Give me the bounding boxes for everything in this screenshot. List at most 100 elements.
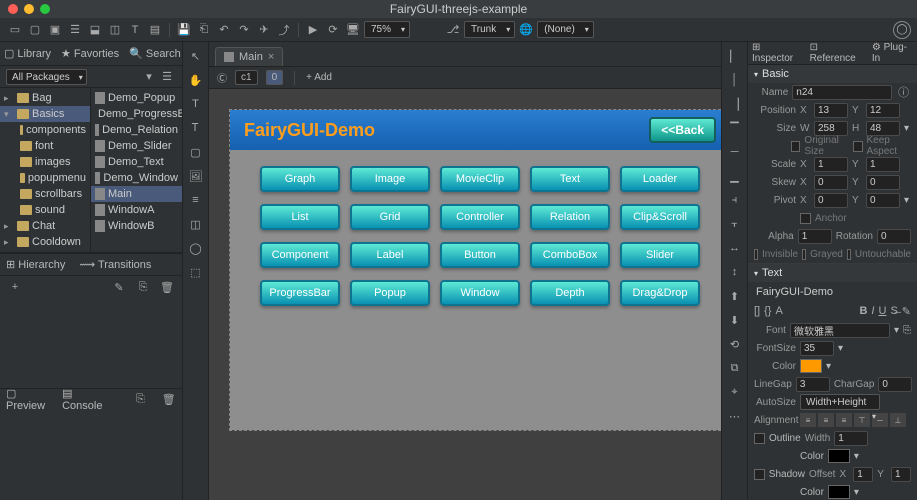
size-w-input[interactable] [814, 121, 848, 136]
send-back-icon[interactable]: ⬇ [725, 310, 745, 330]
rotation-input[interactable] [877, 229, 911, 244]
demo-button-depth[interactable]: Depth [530, 280, 610, 306]
outline-checkbox[interactable] [754, 433, 765, 444]
undo-icon[interactable]: ↶ [215, 21, 233, 39]
pkg-chat[interactable]: ▸Chat [0, 218, 90, 234]
font-input[interactable] [790, 323, 890, 338]
misc-tool-icon[interactable]: ⋯ [725, 406, 745, 426]
untouchable-checkbox[interactable] [847, 249, 851, 260]
folder-components[interactable]: components [0, 122, 90, 138]
preview-clear-icon[interactable]: 🗑 [162, 391, 176, 409]
tab-favorites[interactable]: ★ Favorties [61, 47, 119, 60]
menu-icon[interactable]: ☰ [158, 68, 176, 86]
controller-page[interactable]: 0 [266, 70, 284, 85]
demo-button-relation[interactable]: Relation [530, 204, 610, 230]
file-demo-popup[interactable]: Demo_Popup [91, 90, 182, 106]
anchor-tool-icon[interactable]: ⌖ [725, 382, 745, 402]
font-browse-icon[interactable]: ⎘ [903, 325, 911, 336]
tab-plugin[interactable]: ⚙ Plug-In [872, 42, 913, 64]
distribute-v-icon[interactable]: ⫟ [725, 214, 745, 234]
close-tab-icon[interactable]: × [268, 51, 274, 63]
save-icon[interactable]: 💾 [175, 21, 193, 39]
demo-button-combobox[interactable]: ComboBox [530, 242, 610, 268]
size-h-input[interactable] [866, 121, 900, 136]
lang-selector[interactable]: (None) [537, 21, 594, 38]
outline-width-input[interactable] [834, 431, 868, 446]
demo-button-text[interactable]: Text [530, 166, 610, 192]
text-a-icon[interactable]: A [775, 305, 782, 318]
underline-icon[interactable]: U [878, 305, 886, 318]
section-basic[interactable]: Basic [748, 65, 917, 83]
new-list-icon[interactable]: ☰ [66, 21, 84, 39]
document-tab-main[interactable]: Main × [215, 47, 283, 66]
pivot-y-input[interactable] [866, 193, 900, 208]
autosize-select[interactable]: Width+Height [800, 394, 880, 410]
section-text[interactable]: Text [748, 264, 917, 282]
align-right-icon[interactable]: ▕ [725, 94, 745, 114]
outline-color-dropdown-icon[interactable]: ▾ [854, 451, 859, 462]
filter-icon[interactable]: ▾ [140, 68, 158, 86]
new-movieclip-icon[interactable]: ▤ [146, 21, 164, 39]
same-width-icon[interactable]: ↔ [725, 238, 745, 258]
demo-title[interactable]: FairyGUI-Demo [244, 120, 649, 141]
align-middle-icon[interactable]: ─ [725, 142, 745, 162]
folder-sound[interactable]: sound [0, 202, 90, 218]
image-tool-icon[interactable]: 🖼 [186, 166, 206, 186]
play-icon[interactable]: ▶ [304, 21, 322, 39]
fontsize-dropdown-icon[interactable]: ▾ [838, 343, 843, 354]
align-center-h-icon[interactable]: │ [725, 70, 745, 90]
folder-popupmenu[interactable]: popupmenu [0, 170, 90, 186]
demo-button-loader[interactable]: Loader [620, 166, 700, 192]
tab-inspector[interactable]: ⊞ Inspector [752, 42, 802, 64]
group-tool-icon[interactable]: ⬚ [186, 262, 206, 282]
pkg-bag[interactable]: ▸Bag [0, 90, 90, 106]
rich-text-tool-icon[interactable]: Ꭲ [186, 118, 206, 138]
info-icon[interactable]: ⓘ [896, 83, 911, 101]
skew-x-input[interactable] [814, 175, 848, 190]
scale-x-input[interactable] [814, 157, 848, 172]
new-file-icon[interactable]: ▭ [6, 21, 24, 39]
file-demo-text[interactable]: Demo_Text [91, 154, 182, 170]
shadow-y-input[interactable] [891, 467, 911, 482]
grayed-checkbox[interactable] [802, 249, 806, 260]
demo-button-dragdrop[interactable]: Drag&Drop [620, 280, 700, 306]
size-dropdown-icon[interactable]: ▾ [904, 123, 909, 134]
new-button-icon[interactable]: ▣ [46, 21, 64, 39]
folder-font[interactable]: font [0, 138, 90, 154]
graph-tool-icon[interactable]: ◯ [186, 238, 206, 258]
outline-color-swatch[interactable] [828, 449, 850, 463]
new-text-icon[interactable]: T [126, 21, 144, 39]
pivot-dropdown-icon[interactable]: ▾ [904, 195, 909, 206]
tab-search[interactable]: 🔍 Search [129, 47, 181, 60]
demo-button-slider[interactable]: Slider [620, 242, 700, 268]
zoom-selector[interactable]: 75% [364, 21, 410, 38]
rect-tool-icon[interactable]: ▢ [186, 142, 206, 162]
loader-tool-icon[interactable]: ◫ [186, 214, 206, 234]
shadow-color-dropdown-icon[interactable]: ▾ [854, 487, 859, 498]
file-windowa[interactable]: WindowA [91, 202, 182, 218]
fontsize-input[interactable] [800, 341, 834, 356]
file-demo-window[interactable]: Demo_Window [91, 170, 182, 186]
text-tool-icon[interactable]: T [186, 94, 206, 114]
demo-button-clipscroll[interactable]: Clip&Scroll [620, 204, 700, 230]
text-value-display[interactable]: FairyGUI-Demo [748, 282, 917, 302]
folder-scrollbars[interactable]: scrollbars [0, 186, 90, 202]
delete-icon[interactable]: 🗑 [158, 278, 176, 296]
user-icon[interactable]: ◯ [893, 21, 911, 39]
add-controller-button[interactable]: + Add [306, 72, 332, 83]
same-height-icon[interactable]: ↕ [725, 262, 745, 282]
valign-bottom-icon[interactable]: ⊥ [890, 413, 906, 427]
anchor-checkbox[interactable] [800, 213, 811, 224]
publish-all-icon[interactable]: ⤴ [275, 21, 293, 39]
hand-tool-icon[interactable]: ✋ [186, 70, 206, 90]
redo-icon[interactable]: ↷ [235, 21, 253, 39]
tab-reference[interactable]: ⊡ Reference [810, 42, 864, 64]
demo-button-label[interactable]: Label [350, 242, 430, 268]
scale-y-input[interactable] [866, 157, 900, 172]
demo-button-controller[interactable]: Controller [440, 204, 520, 230]
color-dropdown-icon[interactable]: ▾ [826, 361, 831, 372]
tab-hierarchy[interactable]: ⊞ Hierarchy [6, 258, 65, 271]
halign-right-icon[interactable]: ≡ [836, 413, 852, 427]
align-bottom-icon[interactable]: ▁ [725, 166, 745, 186]
bring-front-icon[interactable]: ⬆ [725, 286, 745, 306]
